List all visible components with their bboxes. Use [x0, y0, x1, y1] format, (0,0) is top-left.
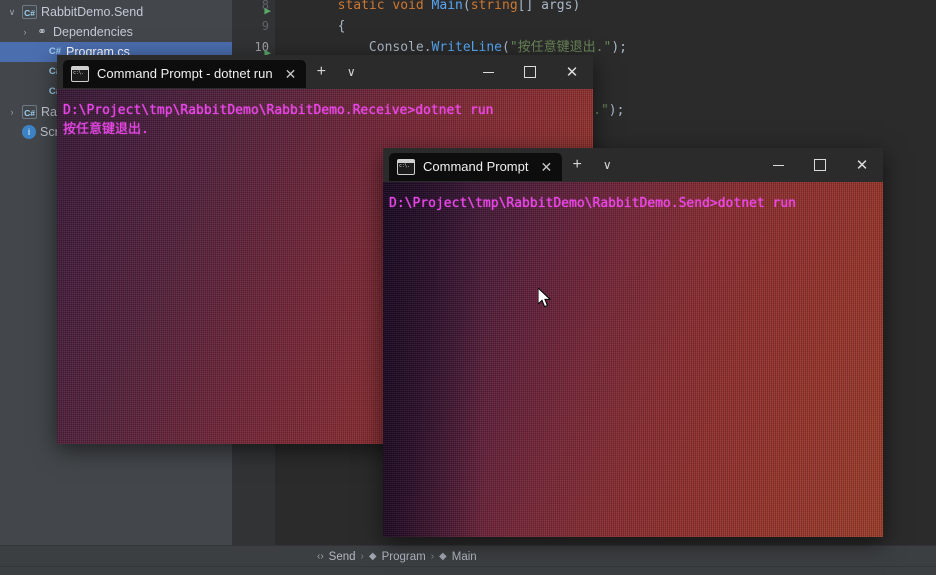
tree-item-label: Dependencies — [53, 25, 133, 39]
class-icon: ◆ — [368, 551, 377, 562]
tab-close-icon[interactable]: ✕ — [285, 67, 297, 81]
terminal-tab[interactable]: Command Prompt ✕ — [389, 152, 563, 181]
code-token: Main — [431, 0, 463, 13]
breadcrumb-separator: › — [360, 551, 364, 562]
breadcrumb-item[interactable]: Program — [382, 551, 426, 563]
code-token: WriteLine — [431, 40, 502, 55]
terminal-title-bar[interactable]: Command Prompt ✕ + ∨ ✕ — [383, 148, 883, 182]
module-csharp-icon: C# — [22, 5, 37, 19]
sidebar-bottom-strip — [0, 545, 233, 567]
minimize-button[interactable] — [467, 55, 509, 89]
new-tab-button[interactable]: + — [562, 148, 592, 182]
tree-item[interactable]: ∨ C# RabbitDemo.Send — [0, 2, 232, 22]
chevron-down-icon[interactable]: ∨ — [592, 148, 622, 182]
cmd-prompt-icon — [71, 65, 89, 82]
run-gutter-icon[interactable]: ▶ — [259, 0, 271, 21]
terminal-tab[interactable]: Command Prompt - dotnet run ✕ — [63, 59, 307, 88]
close-button[interactable]: ✕ — [551, 55, 593, 89]
tab-close-icon[interactable]: ✕ — [540, 160, 552, 174]
chevron-down-icon[interactable]: ∨ — [336, 55, 366, 89]
new-tab-button[interactable]: + — [306, 55, 336, 89]
terminal-body[interactable]: D:\Project\tmp\RabbitDemo\RabbitDemo.Sen… — [383, 182, 883, 537]
twisty-icon[interactable]: › — [19, 27, 31, 37]
terminal-window-send[interactable]: Command Prompt ✕ + ∨ ✕ D:\Project\tmp\Ra… — [383, 148, 883, 537]
code-token: [] args) — [517, 0, 581, 13]
tree-item[interactable]: › ⚭ Dependencies — [0, 22, 232, 42]
terminal-output: D:\Project\tmp\RabbitDemo\RabbitDemo.Sen… — [383, 182, 883, 213]
breadcrumb-item[interactable]: Main — [452, 551, 477, 563]
scratch-icon: i — [22, 125, 36, 139]
code-token: static void — [337, 0, 432, 13]
module-csharp-icon: C# — [22, 105, 37, 119]
code-token: ); — [611, 40, 627, 55]
code-token: Console. — [275, 40, 432, 55]
twisty-icon[interactable]: › — [6, 107, 18, 117]
terminal-line: D:\Project\tmp\RabbitDemo\RabbitDemo.Rec… — [63, 103, 494, 118]
code-token: ( — [462, 0, 471, 13]
cmd-prompt-icon — [397, 158, 415, 175]
close-button[interactable]: ✕ — [841, 148, 883, 182]
maximize-button[interactable] — [799, 148, 841, 182]
window-controls[interactable]: ✕ — [757, 148, 883, 182]
window-controls[interactable]: ✕ — [467, 55, 593, 89]
method-icon: ◆ — [439, 551, 447, 562]
terminal-left-shade — [383, 182, 483, 537]
twisty-icon[interactable]: ∨ — [6, 7, 18, 18]
breadcrumb[interactable]: ‹› Send › ◆ Program › ◆ Main — [233, 545, 936, 567]
code-token: "按任意键退出." — [509, 40, 612, 55]
mouse-cursor — [538, 288, 552, 308]
dependencies-icon: ⚭ — [37, 26, 47, 38]
code-token: { — [275, 19, 346, 34]
tree-item-label: RabbitDemo.Send — [41, 5, 144, 19]
breadcrumb-item[interactable]: Send — [329, 551, 356, 563]
breadcrumb-separator: › — [430, 551, 435, 562]
code-token: string — [470, 0, 518, 13]
code-line: { — [275, 16, 936, 37]
minimize-button[interactable] — [757, 148, 799, 182]
code-line: static void Main(string[] args) — [275, 0, 936, 16]
terminal-line: D:\Project\tmp\RabbitDemo\RabbitDemo.Sen… — [389, 196, 796, 211]
terminal-output: D:\Project\tmp\RabbitDemo\RabbitDemo.Rec… — [57, 89, 593, 139]
code-icon: ‹› — [317, 551, 324, 562]
terminal-tab-title: Command Prompt - dotnet run — [97, 66, 273, 81]
terminal-tab-title: Command Prompt — [423, 159, 529, 174]
terminal-title-bar[interactable]: Command Prompt - dotnet run ✕ + ∨ ✕ — [57, 55, 593, 89]
maximize-button[interactable] — [509, 55, 551, 89]
code-token: ); — [608, 103, 625, 118]
terminal-line: 按任意键退出. — [63, 122, 149, 137]
code-token: ( — [502, 40, 510, 55]
